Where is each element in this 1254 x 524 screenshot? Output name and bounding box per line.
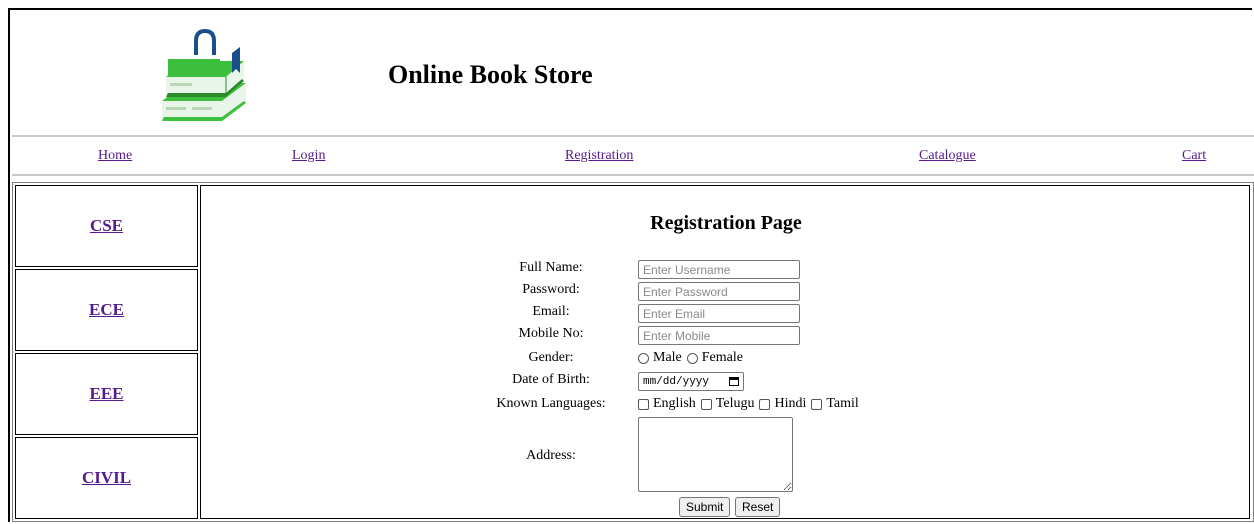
nav-catalogue-link[interactable]: Catalogue [919,148,976,164]
sidebar-item-ece: ECE [15,269,198,351]
address-textarea[interactable] [638,417,793,492]
nav-divider-bottom [12,174,1254,176]
tamil-label: Tamil [826,396,859,411]
reset-button[interactable]: Reset [735,497,781,517]
language-options: English Telugu Hindi Tamil [638,396,859,412]
mobile-input[interactable] [638,326,800,345]
nav-divider-top [12,135,1254,137]
telugu-checkbox[interactable] [700,398,712,410]
dob-placeholder: mm/dd/yyyy [643,375,710,388]
calendar-icon[interactable] [729,377,739,386]
mobile-label: Mobile No: [518,326,584,341]
nav-cart-link[interactable]: Cart [1182,148,1206,164]
email-label: Email: [532,304,570,319]
password-label: Password: [522,282,580,297]
sidebar-link-cse[interactable]: CSE [90,216,123,236]
book-stack-bag-icon [160,25,250,125]
site-title: Online Book Store [388,60,593,89]
gender-male-radio[interactable] [638,352,649,364]
email-input[interactable] [638,304,800,323]
sidebar-item-cse: CSE [15,185,198,267]
full-name-input[interactable] [638,260,800,279]
registration-title: Registration Page [650,212,802,234]
languages-label: Known Languages: [496,396,606,411]
sidebar-item-eee: EEE [15,353,198,435]
hindi-checkbox[interactable] [759,398,771,410]
nav-login-link[interactable]: Login [292,148,325,164]
gender-female-label: Female [701,350,743,365]
sidebar-link-eee[interactable]: EEE [89,384,123,404]
submit-button[interactable]: Submit [679,497,731,517]
nav-home-link[interactable]: Home [98,148,132,164]
english-label: English [653,396,696,411]
registration-panel: Registration Page Full Name: Password: E… [200,185,1250,519]
sidebar-link-ece[interactable]: ECE [89,300,124,320]
gender-female-radio[interactable] [686,352,698,364]
nav-registration-link[interactable]: Registration [565,148,633,164]
tamil-checkbox[interactable] [811,398,823,410]
dob-input[interactable]: mm/dd/yyyy [638,372,744,391]
sidebar-link-civil[interactable]: CIVIL [82,468,131,488]
address-label: Address: [526,448,576,463]
header: Online Book Store [10,10,1254,134]
full-name-label: Full Name: [519,260,583,275]
english-checkbox[interactable] [638,398,649,410]
page-frame: Online Book Store Home Login Registratio… [8,8,1254,522]
hindi-label: Hindi [774,396,807,411]
gender-options: Male Female [638,350,743,366]
content-table: CSE ECE EEE CIVIL Registration Page Full… [12,182,1254,522]
gender-male-label: Male [653,350,682,365]
sidebar-item-civil: CIVIL [15,437,198,519]
dob-label: Date of Birth: [512,372,590,387]
gender-label: Gender: [528,350,574,365]
telugu-label: Telugu [715,396,755,411]
password-input[interactable] [638,282,800,301]
